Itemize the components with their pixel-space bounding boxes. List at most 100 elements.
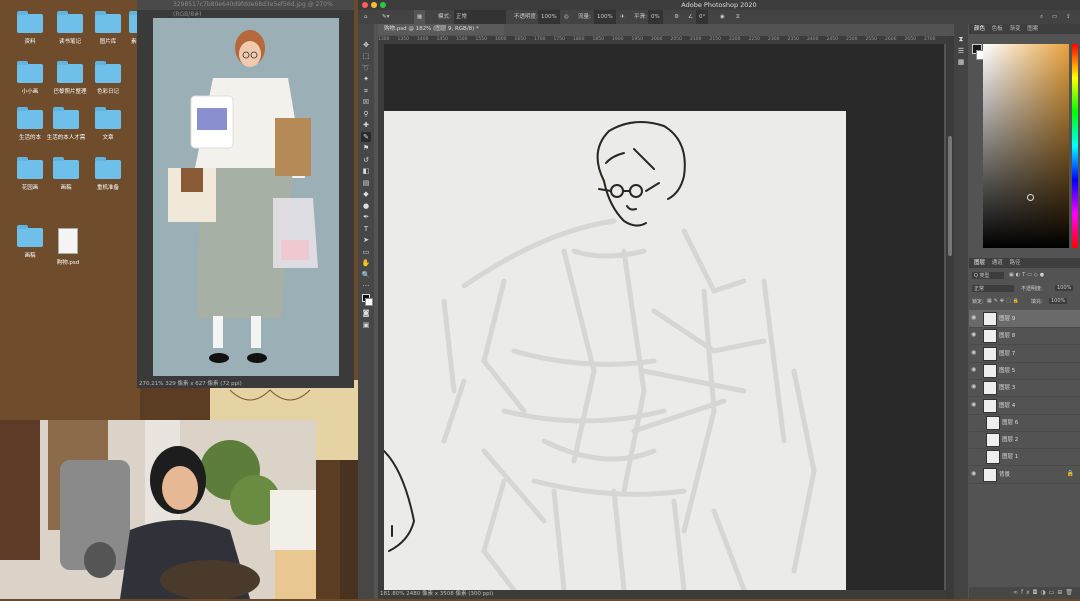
desktop-folder[interactable]: 读书笔记	[50, 11, 90, 50]
history-brush-tool-icon[interactable]: ↺	[361, 155, 371, 165]
screen-mode-icon[interactable]: ▣	[361, 320, 371, 330]
color-swatches-icon[interactable]	[361, 293, 373, 307]
layer-row[interactable]: ◉ 图层 9	[969, 310, 1080, 328]
layer-row[interactable]: ◉ 图层 4	[969, 397, 1080, 415]
desktop-folder[interactable]: 生活的本	[10, 107, 50, 146]
layer-filter-icons[interactable]: ▣◐T▭◇●	[1009, 272, 1046, 278]
tab-color[interactable]: 颜色	[974, 26, 985, 32]
hue-slider[interactable]	[1072, 44, 1078, 248]
desktop-folder[interactable]: 花园画	[10, 157, 50, 196]
photoshop-window[interactable]: Adobe Photoshop 2020 ⌂ ✎▾ ▦ 模式: 正常 不透明度:…	[358, 0, 1080, 599]
document-tab[interactable]: 购物.psd @ 182% (图层 9, RGB/8) *	[378, 24, 504, 35]
delete-layer-icon[interactable]: 🗑	[1065, 589, 1076, 596]
home-icon[interactable]: ⌂	[364, 10, 368, 24]
opacity-field[interactable]: 100%	[538, 10, 560, 24]
tab-channels[interactable]: 通道	[992, 260, 1003, 266]
layer-row[interactable]: ◉ 图层 3	[969, 379, 1080, 398]
zoom-window-button[interactable]	[380, 2, 386, 8]
eyedropper-tool-icon[interactable]: ⚲	[361, 109, 371, 119]
zoom-tool-icon[interactable]: 🔍	[361, 270, 371, 280]
frame-tool-icon[interactable]: ☒	[361, 97, 371, 107]
desktop-file[interactable]: 购物.psd	[48, 228, 88, 266]
layer-style-icon[interactable]: fx	[1021, 589, 1033, 596]
vertical-scrollbar[interactable]	[946, 36, 954, 599]
layer-row[interactable]: ◉ 背景 🔒	[969, 466, 1080, 484]
hand-tool-icon[interactable]: ✋	[361, 258, 371, 268]
layer-kind-filter[interactable]: Q 类型	[972, 272, 1004, 279]
layer-opacity-field[interactable]: 100%	[1055, 285, 1074, 291]
eye-icon[interactable]: ◉	[971, 383, 979, 390]
pressure-opacity-icon[interactable]: ◎	[564, 10, 569, 24]
desktop-folder[interactable]: 文章	[88, 107, 128, 146]
lock-icons[interactable]: ▦✎✥⬚🔒	[987, 298, 1021, 304]
smooth-field[interactable]: 0%	[648, 10, 663, 24]
desktop-folder[interactable]: 重机准备	[88, 157, 128, 196]
desktop-folder[interactable]: 画稿	[46, 157, 86, 196]
layer-row[interactable]: ◉ 图层 8	[969, 327, 1080, 346]
desktop-folder[interactable]: 资料	[10, 11, 50, 50]
desktop-folder[interactable]: 小小画	[10, 61, 50, 100]
brush-tool-icon[interactable]: ✎	[361, 131, 371, 142]
desktop-folder[interactable]: 巴黎照片整理	[50, 61, 90, 100]
eye-icon[interactable]: ◉	[971, 349, 979, 356]
crop-tool-icon[interactable]: ⌗	[361, 86, 371, 96]
photoshop-title-bar[interactable]: Adobe Photoshop 2020	[358, 0, 1080, 10]
eye-icon[interactable]: ◉	[971, 470, 979, 477]
brush-tool-preset-icon[interactable]: ✎▾	[382, 10, 389, 24]
artboard[interactable]	[383, 111, 846, 593]
tab-swatches[interactable]: 色板	[992, 26, 1003, 32]
angle-field[interactable]: 0°	[696, 10, 709, 24]
type-tool-icon[interactable]: T	[361, 224, 371, 234]
tab-layers[interactable]: 图层	[974, 260, 985, 266]
adjustment-layer-icon[interactable]: ◑	[1040, 589, 1048, 596]
layer-row[interactable]: ◉ 图层 7	[969, 345, 1080, 363]
pen-tool-icon[interactable]: ✒	[361, 212, 371, 222]
airbrush-icon[interactable]: ✈	[620, 10, 625, 24]
image-preview-window[interactable]: 3298517c7b80e640d9fdde68d3e5ef56d.jpg @ …	[137, 0, 354, 388]
gradient-tool-icon[interactable]: ▤	[361, 178, 371, 188]
magic-wand-tool-icon[interactable]: ✦	[361, 74, 371, 84]
workspace-icon[interactable]: ▭	[1052, 10, 1057, 24]
desktop-file[interactable]: 画稿	[10, 225, 50, 264]
healing-brush-tool-icon[interactable]: ✚	[361, 120, 371, 130]
mode-select[interactable]: 正常	[454, 10, 506, 24]
eraser-tool-icon[interactable]: ◧	[361, 166, 371, 176]
smoothing-options-icon[interactable]: ⚙	[674, 10, 679, 24]
history-panel-icon[interactable]: ⧗	[956, 34, 966, 44]
symmetry-icon[interactable]: ⧖	[736, 10, 740, 24]
scrollbar-thumb[interactable]	[948, 136, 952, 256]
path-selection-tool-icon[interactable]: ➤	[361, 235, 371, 245]
layer-row[interactable]: 图层 2	[969, 431, 1080, 450]
tab-gradients[interactable]: 渐变	[1010, 26, 1021, 32]
layer-row[interactable]: ◉ 图层 5	[969, 362, 1080, 380]
flow-field[interactable]: 100%	[594, 10, 616, 24]
eye-icon[interactable]: ◉	[971, 331, 979, 338]
desktop-folder[interactable]: 生活的本人才需	[46, 107, 86, 146]
tab-paths[interactable]: 路径	[1010, 260, 1021, 266]
fill-field[interactable]: 100%	[1049, 298, 1068, 304]
desktop-folder[interactable]: 色彩日记	[88, 61, 128, 100]
shape-tool-icon[interactable]: ▭	[361, 247, 371, 257]
more-tools-icon[interactable]: ···	[361, 281, 371, 291]
lasso-tool-icon[interactable]: ➰	[361, 63, 371, 73]
quick-mask-icon[interactable]: ◙	[361, 308, 371, 318]
search-icon[interactable]: ⌕	[1040, 10, 1043, 24]
dodge-tool-icon[interactable]: ●	[361, 201, 371, 211]
pressure-size-icon[interactable]: ◉	[720, 10, 725, 24]
preview-title-bar[interactable]: 3298517c7b80e640d9fdde68d3e5ef56d.jpg @ …	[137, 0, 354, 18]
link-layers-icon[interactable]: ∞	[1013, 589, 1021, 596]
marquee-tool-icon[interactable]: ⬚	[361, 51, 371, 61]
layer-row[interactable]: 图层 1	[969, 448, 1080, 467]
move-tool-icon[interactable]: ✥	[361, 40, 371, 50]
stamp-tool-icon[interactable]: ⚑	[361, 143, 371, 153]
properties-panel-icon[interactable]: ☰	[956, 46, 966, 56]
tab-patterns[interactable]: 图案	[1027, 26, 1038, 32]
canvas-area[interactable]	[383, 44, 944, 593]
close-window-button[interactable]	[362, 2, 368, 8]
eye-icon[interactable]: ◉	[971, 401, 979, 408]
layer-row[interactable]: 图层 6	[969, 414, 1080, 432]
share-icon[interactable]: ⇪	[1066, 10, 1071, 24]
eye-icon[interactable]: ◉	[971, 314, 979, 321]
color-picker-cursor[interactable]	[1027, 194, 1034, 201]
libraries-panel-icon[interactable]: ▦	[956, 57, 966, 67]
